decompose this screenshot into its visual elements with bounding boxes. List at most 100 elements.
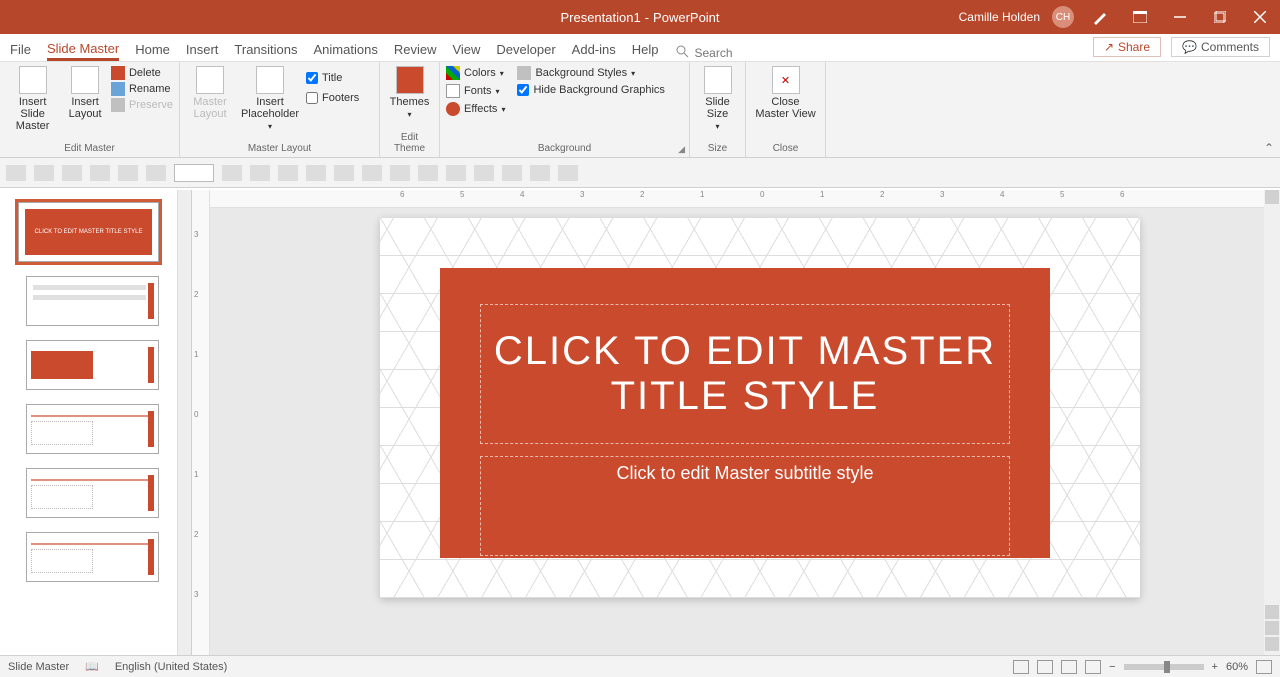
tab-developer[interactable]: Developer <box>496 42 555 61</box>
close-button[interactable] <box>1246 3 1274 31</box>
qt-icon[interactable] <box>34 165 54 181</box>
insert-layout-button[interactable]: Insert Layout <box>63 66 107 120</box>
spellcheck-icon[interactable]: 📖 <box>85 660 99 673</box>
qt-icon[interactable] <box>62 165 82 181</box>
qt-icon[interactable] <box>146 165 166 181</box>
tab-addins[interactable]: Add-ins <box>572 42 616 61</box>
tab-file[interactable]: File <box>10 42 31 61</box>
tab-slide-master[interactable]: Slide Master <box>47 41 119 61</box>
delete-button[interactable]: Delete <box>111 66 173 80</box>
effects-button[interactable]: Effects▾ <box>446 102 505 116</box>
slide-master-thumb[interactable]: CLICK TO EDIT MASTER TITLE STYLE <box>18 202 159 262</box>
preserve-icon <box>111 98 125 112</box>
qt-icon[interactable] <box>390 165 410 181</box>
tab-animations[interactable]: Animations <box>314 42 378 61</box>
qt-icon[interactable] <box>530 165 550 181</box>
chevron-down-icon: ▾ <box>715 122 719 131</box>
rename-button[interactable]: Rename <box>111 82 173 96</box>
tab-help[interactable]: Help <box>632 42 659 61</box>
zoom-in-button[interactable]: + <box>1212 661 1218 673</box>
qt-icon[interactable] <box>418 165 438 181</box>
status-language[interactable]: English (United States) <box>115 661 228 673</box>
share-icon: ↗ <box>1104 40 1114 54</box>
insert-placeholder-button[interactable]: Insert Placeholder ▾ <box>238 66 302 131</box>
qt-icon[interactable] <box>118 165 138 181</box>
layout-thumb[interactable] <box>26 532 159 582</box>
background-styles-button[interactable]: Background Styles▾ <box>517 66 664 80</box>
fit-window-icon[interactable] <box>1256 660 1272 674</box>
thumbnail-scrollbar[interactable] <box>177 190 191 655</box>
background-dialog-launcher[interactable]: ◢ <box>678 144 685 155</box>
themes-button[interactable]: Themes ▾ <box>386 66 433 119</box>
collapse-ribbon-button[interactable]: ⌃ <box>1264 141 1274 155</box>
title-checkbox[interactable]: Title <box>306 72 359 84</box>
user-name: Camille Holden <box>959 10 1040 24</box>
slide-canvas[interactable]: CLICK TO EDIT MASTER TITLE STYLE Click t… <box>380 218 1140 598</box>
layout-thumb[interactable] <box>26 404 159 454</box>
main-scrollbar[interactable] <box>1264 190 1280 655</box>
subtitle-placeholder[interactable]: Click to edit Master subtitle style <box>480 456 1010 556</box>
chevron-down-icon: ▾ <box>268 122 272 131</box>
group-label-close: Close <box>752 143 819 156</box>
hide-bg-checkbox[interactable]: Hide Background Graphics <box>517 84 664 96</box>
qt-icon[interactable] <box>250 165 270 181</box>
slideshow-view-icon[interactable] <box>1085 660 1101 674</box>
zoom-out-button[interactable]: − <box>1109 661 1115 673</box>
tab-insert[interactable]: Insert <box>186 42 219 61</box>
qt-icon[interactable] <box>446 165 466 181</box>
tab-review[interactable]: Review <box>394 42 437 61</box>
work-area: CLICK TO EDIT MASTER TITLE STYLE 3 2 1 0… <box>0 190 1280 655</box>
reading-view-icon[interactable] <box>1061 660 1077 674</box>
vertical-ruler: 3 2 1 0 1 2 3 <box>192 190 210 655</box>
title-placeholder[interactable]: CLICK TO EDIT MASTER TITLE STYLE <box>480 304 1010 444</box>
bg-styles-icon <box>517 66 531 80</box>
footers-checkbox[interactable]: Footers <box>306 92 359 104</box>
insert-slide-master-button[interactable]: Insert Slide Master <box>6 66 59 132</box>
qt-icon[interactable] <box>90 165 110 181</box>
colors-button[interactable]: Colors▾ <box>446 66 505 80</box>
qt-icon[interactable] <box>334 165 354 181</box>
qt-icon[interactable] <box>306 165 326 181</box>
comments-button[interactable]: 💬 Comments <box>1171 37 1270 57</box>
layout-thumb[interactable] <box>26 276 159 326</box>
qt-icon[interactable] <box>278 165 298 181</box>
ribbon: Insert Slide Master Insert Layout Delete… <box>0 62 1280 158</box>
zoom-level[interactable]: 60% <box>1226 661 1248 673</box>
qt-icon[interactable] <box>502 165 522 181</box>
status-bar: Slide Master 📖 English (United States) −… <box>0 655 1280 677</box>
qt-icon[interactable] <box>558 165 578 181</box>
scroll-up-icon[interactable] <box>1265 190 1279 204</box>
rename-icon <box>111 82 125 96</box>
ribbon-display-icon[interactable] <box>1126 3 1154 31</box>
fonts-button[interactable]: Fonts▾ <box>446 84 505 98</box>
preserve-button[interactable]: Preserve <box>111 98 173 112</box>
group-label-size: Size <box>696 143 739 156</box>
tab-view[interactable]: View <box>452 42 480 61</box>
qt-icon[interactable] <box>6 165 26 181</box>
qt-icon[interactable] <box>474 165 494 181</box>
next-slide-icon[interactable] <box>1265 637 1279 651</box>
scroll-down-icon[interactable] <box>1265 605 1279 619</box>
qt-icon[interactable] <box>222 165 242 181</box>
user-avatar[interactable]: CH <box>1052 6 1074 28</box>
maximize-button[interactable] <box>1206 3 1234 31</box>
layout-thumb[interactable] <box>26 340 159 390</box>
slide-size-button[interactable]: Slide Size ▾ <box>696 66 739 131</box>
share-button[interactable]: ↗ Share <box>1093 37 1161 57</box>
prev-slide-icon[interactable] <box>1265 621 1279 635</box>
tab-home[interactable]: Home <box>135 42 170 61</box>
sorter-view-icon[interactable] <box>1037 660 1053 674</box>
qt-icon[interactable] <box>362 165 382 181</box>
minimize-button[interactable] <box>1166 3 1194 31</box>
zoom-slider[interactable] <box>1124 664 1204 670</box>
normal-view-icon[interactable] <box>1013 660 1029 674</box>
qt-select[interactable] <box>174 164 214 182</box>
draw-mode-icon[interactable] <box>1086 3 1114 31</box>
tab-transitions[interactable]: Transitions <box>234 42 297 61</box>
tell-me-search[interactable]: Search <box>675 44 733 61</box>
ribbon-tabs: File Slide Master Home Insert Transition… <box>0 34 1280 62</box>
close-master-view-button[interactable]: ✕ Close Master View <box>752 66 819 120</box>
colors-icon <box>446 66 460 80</box>
layout-thumb[interactable] <box>26 468 159 518</box>
master-layout-button: Master Layout <box>186 66 234 120</box>
